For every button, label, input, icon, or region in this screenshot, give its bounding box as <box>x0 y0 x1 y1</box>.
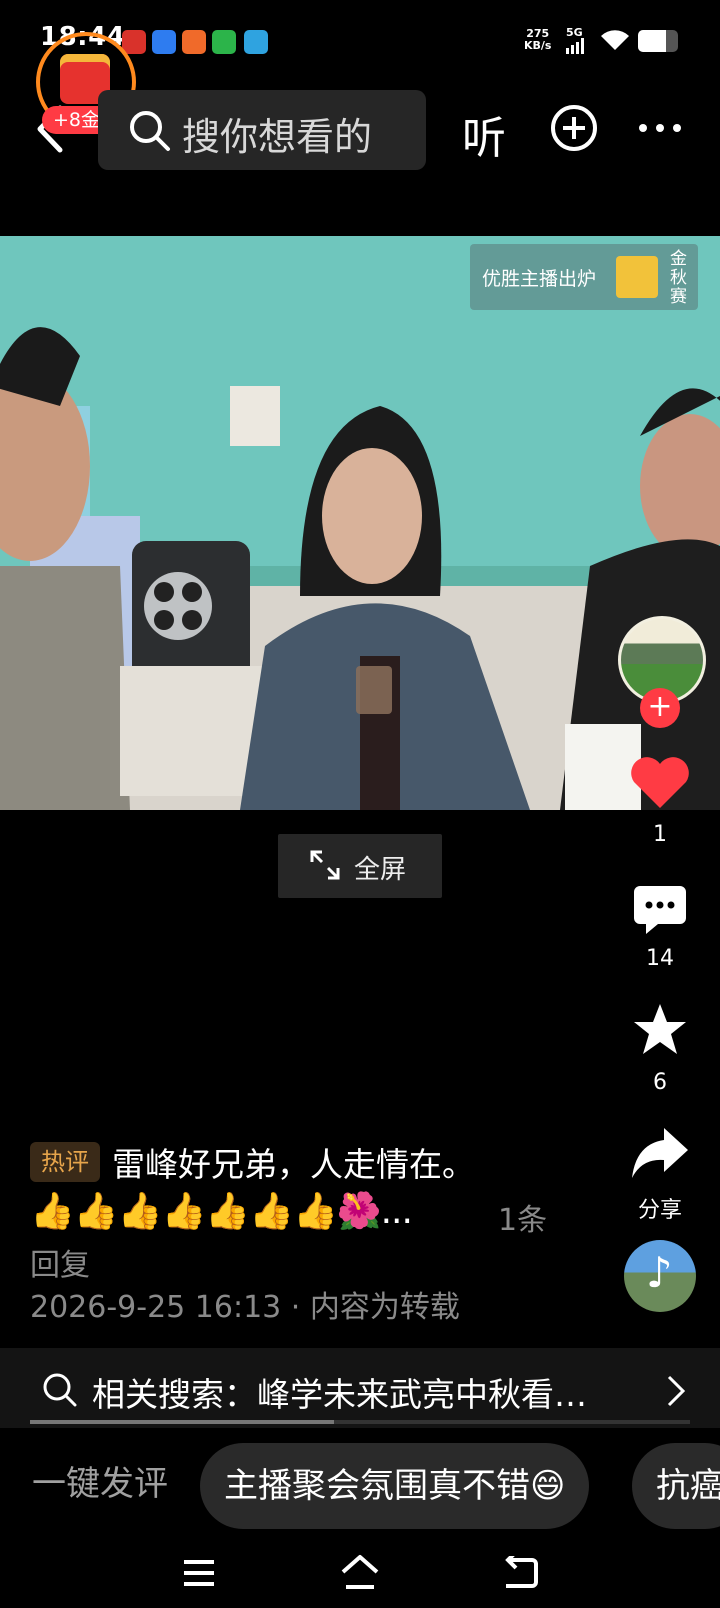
comment-icon[interactable] <box>632 884 688 936</box>
quick-comment-chip[interactable]: 抗癌 <box>632 1443 720 1529</box>
hot-comment-badge: 热评 <box>30 1142 100 1182</box>
promo-text: 优胜主播出炉 <box>482 268 597 290</box>
menu-icon[interactable] <box>182 1558 216 1588</box>
net-speed-unit: KB/s <box>524 39 552 52</box>
comment-count: 14 <box>646 946 674 971</box>
blue-app-icon <box>244 30 268 54</box>
add-icon[interactable] <box>550 104 598 152</box>
video-frame <box>0 236 720 810</box>
video-player[interactable]: 优胜主播出炉 金秋赛 <box>0 236 720 810</box>
related-search-text: 相关搜索：峰学未来武亮中秋看… <box>92 1368 632 1416</box>
promo-banner[interactable]: 优胜主播出炉 金秋赛 <box>470 244 698 310</box>
related-search-label: 相关搜索： <box>92 1375 257 1414</box>
promo-side-label: 金秋赛 <box>670 249 687 307</box>
music-note-icon: ♪ <box>646 1248 673 1297</box>
playback-progress-fill <box>30 1420 334 1424</box>
dots-app-icon <box>182 30 206 54</box>
related-search-query: 峰学未来武亮中秋看… <box>257 1375 587 1414</box>
star-icon[interactable] <box>632 1002 688 1056</box>
follow-button[interactable]: + <box>640 688 680 728</box>
signal-icon <box>566 38 584 54</box>
more-icon[interactable] <box>638 122 682 134</box>
search-icon <box>43 1373 77 1407</box>
battery-icon <box>638 30 678 52</box>
post-date: 2026-9-25 16:13 · 内容为转载 <box>30 1290 460 1325</box>
cloud-app-icon <box>152 30 176 54</box>
expand-icon <box>310 850 340 880</box>
quick-comment-label: 一键发评 <box>32 1464 168 1504</box>
share-icon[interactable] <box>630 1126 690 1180</box>
comment-text[interactable]: 雷峰好兄弟，人走情在。 <box>112 1138 475 1186</box>
search-icon <box>130 111 170 151</box>
system-nav-bar <box>0 1530 720 1608</box>
share-label: 分享 <box>637 1198 682 1223</box>
wifi-icon <box>601 30 629 50</box>
green-app-icon <box>212 30 236 54</box>
music-disc[interactable]: ♪ <box>624 1240 696 1312</box>
listen-button[interactable]: 听 <box>462 102 506 166</box>
like-count: 1 <box>653 822 667 847</box>
favorite-count: 6 <box>653 1070 667 1095</box>
fullscreen-label: 全屏 <box>354 855 407 885</box>
net-speed: 275 KB/s <box>524 28 551 52</box>
heart-icon[interactable] <box>630 756 690 810</box>
reply-count[interactable]: 1条 <box>498 1195 547 1239</box>
chevron-right-icon[interactable] <box>666 1374 686 1408</box>
reply-link[interactable]: 回复 <box>30 1240 90 1284</box>
comment-emoji-line[interactable]: 👍👍👍👍👍👍👍🌺... <box>30 1190 413 1232</box>
home-icon[interactable] <box>340 1554 380 1590</box>
back-icon[interactable] <box>502 1556 538 1590</box>
star-trophy-icon <box>616 256 658 298</box>
quick-comment-chip[interactable]: 主播聚会氛围真不错😄 <box>200 1443 590 1529</box>
search-placeholder: 搜你想看的 <box>182 115 373 159</box>
